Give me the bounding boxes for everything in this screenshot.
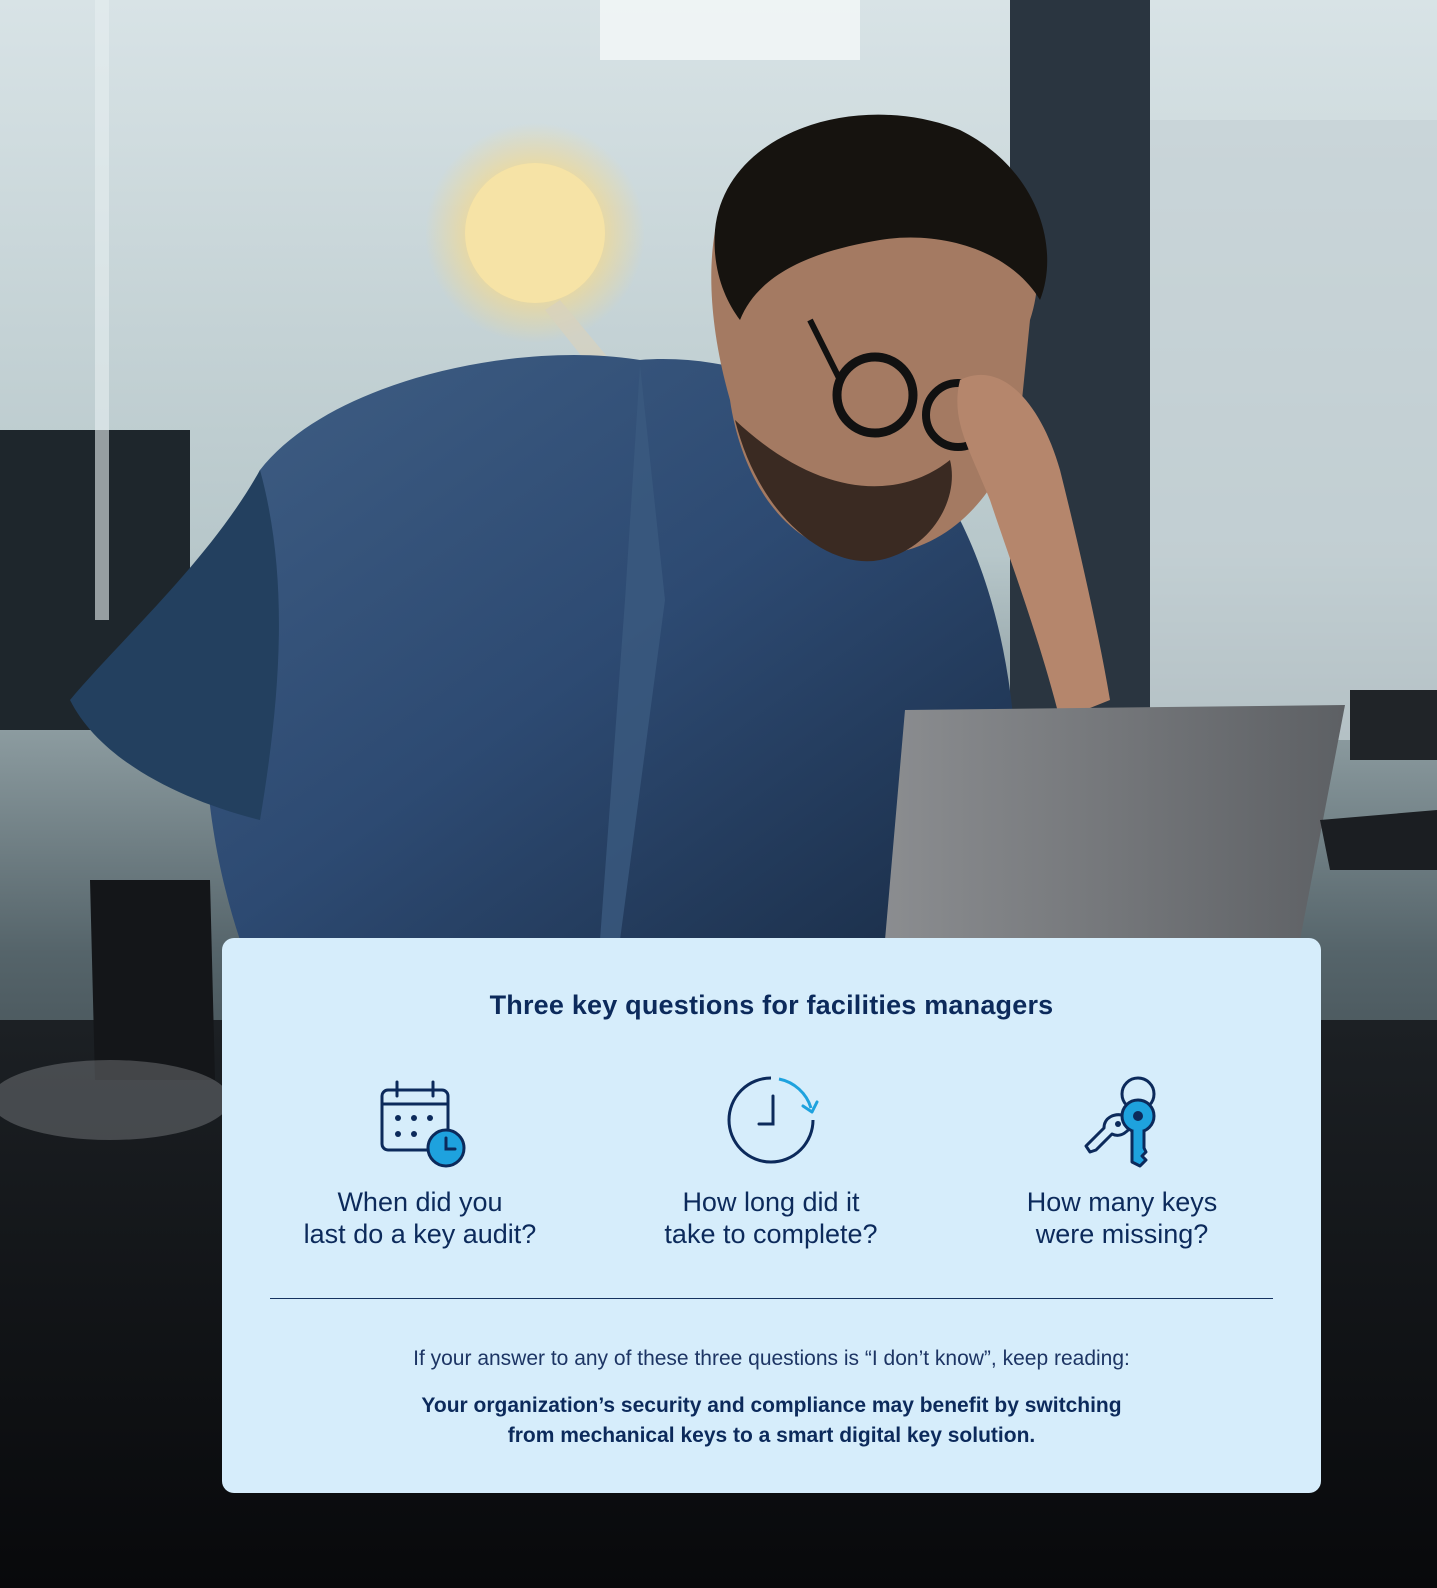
question-text: When did you last do a key audit? <box>303 1187 537 1249</box>
calendar-clock-icon <box>380 1080 466 1168</box>
question-text: How many keys were missing? <box>1026 1187 1218 1249</box>
page: Three key questions for facilities manag… <box>0 0 1437 1588</box>
question-last-audit: When did you last do a key audit? <box>260 1072 580 1250</box>
question-duration: How long did it take to complete? <box>611 1072 931 1250</box>
lead-text: If your answer to any of these three que… <box>413 1347 1130 1370</box>
card-title: Three key questions for facilities manag… <box>489 990 1054 1020</box>
divider <box>270 1298 1273 1299</box>
clock-refresh-icon <box>727 1076 819 1164</box>
info-card: Three key questions for facilities manag… <box>222 938 1321 1493</box>
keys-icon <box>1084 1076 1156 1168</box>
emphasis-text: Your organization’s security and complia… <box>421 1394 1122 1447</box>
question-text: How long did it take to complete? <box>664 1187 878 1249</box>
question-missing-keys: How many keys were missing? <box>962 1072 1282 1250</box>
